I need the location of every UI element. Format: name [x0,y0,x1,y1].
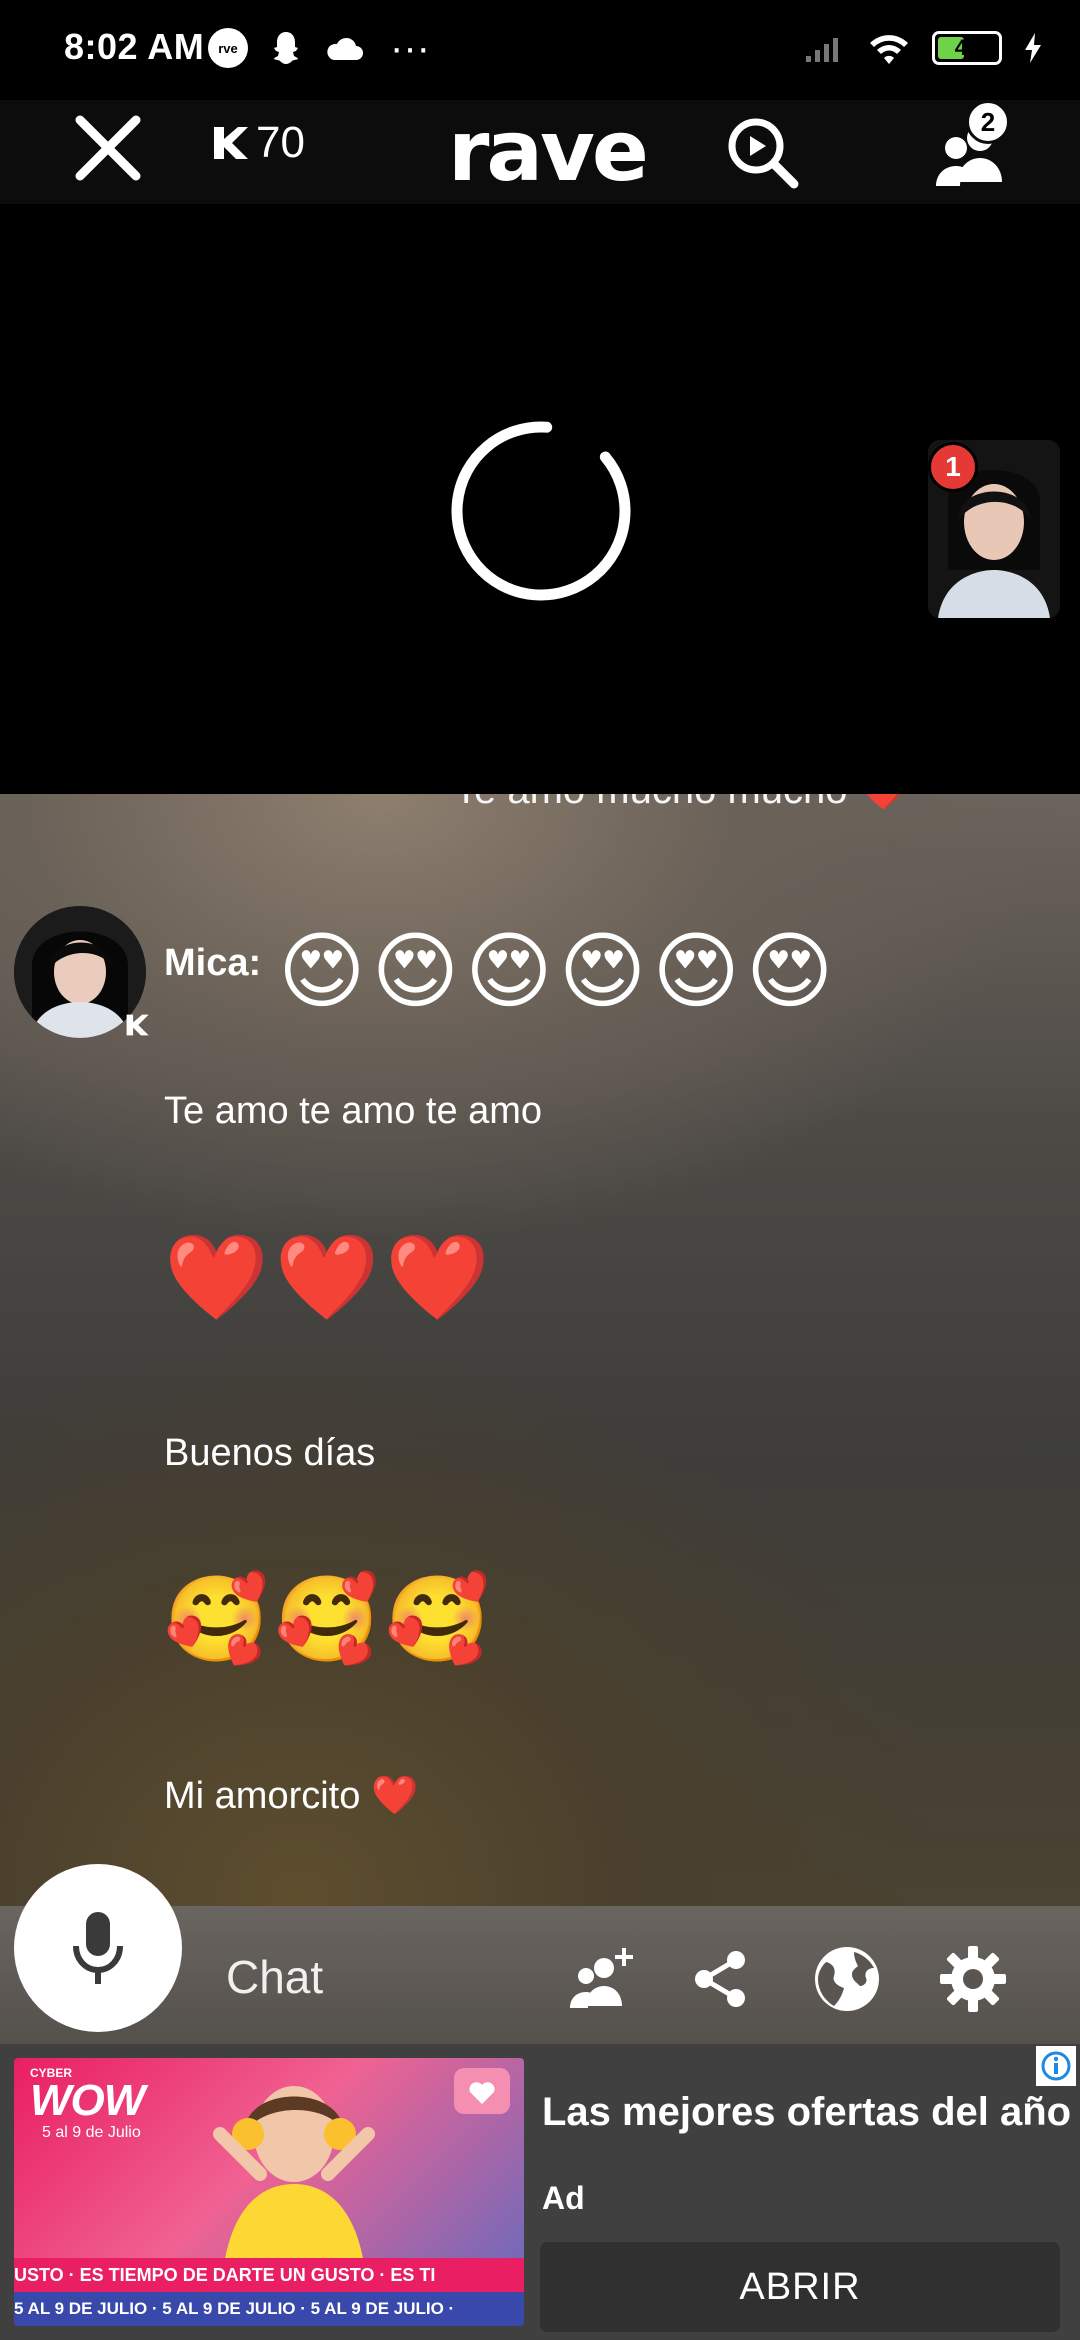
close-icon[interactable] [70,110,146,186]
charging-icon [1025,33,1041,63]
microphone-button[interactable] [14,1864,182,2032]
more-dots-icon: ··· [390,26,430,70]
ad-banner-brand: WOW [30,2076,145,2125]
add-friend-icon[interactable] [568,1944,638,2014]
chat-message: Te amo te amo te amo [164,1090,543,1132]
cloud-icon [327,37,363,60]
status-bar: 8:02 AM rve ··· 43 [0,0,1080,100]
share-icon[interactable] [686,1944,756,2014]
ad-ticker: USTO · ES TIEMPO DE DARTE UN GUSTO · ES … [14,2258,524,2292]
chat-message-partial: Te amo mucho mucho ❤️ [454,794,908,813]
chat-area: Te amo mucho mucho ❤️ Mica: 😍😍😍😍😍😍 Te am… [0,794,1080,1906]
loading-spinner [451,421,631,601]
coin-icon [214,127,248,159]
chat-message: Mi amorcito ❤️ [164,1775,419,1817]
globe-icon[interactable] [812,1944,882,2014]
emoji-message: 😍 😍 😍 😍 😍 😍 [278,924,834,1018]
ad-title[interactable]: Las mejores ofertas del año [542,2090,1071,2135]
coins-value: 70 [256,118,305,167]
coins-counter[interactable]: 70 [210,118,305,168]
ad-image[interactable]: CYBER WOW 5 al 9 de Julio USTO · ES TIEM… [14,2058,524,2326]
settings-icon[interactable] [938,1944,1008,2014]
ad-banner-dates: 5 al 9 de Julio [42,2124,141,2141]
video-player[interactable] [0,204,1080,794]
snapchat-icon [274,32,298,64]
pip-notification-badge: 1 [928,442,978,492]
rave-logo: rave [448,102,649,200]
rave-app-icon: rve [208,28,248,68]
ad-label: Ad [542,2180,585,2216]
emoji-message: ❤️ ❤️ ❤️ [164,1230,490,1324]
signal-icon [806,38,838,62]
participants-badge: 2 [966,100,1010,144]
message-sender: Mica: [164,942,262,984]
emoji-message: 🥰 🥰 🥰 [164,1572,490,1666]
status-notification-icons: rve ··· [208,28,430,68]
ad-info-icon[interactable] [1036,2046,1076,2086]
ad-model-image [213,2086,375,2264]
status-time: 8:02 AM [64,26,205,67]
video-search-icon[interactable] [724,114,800,190]
ad-banner[interactable]: CYBER WOW 5 al 9 de Julio USTO · ES TIEM… [0,2044,1080,2340]
heart-bubble-icon [454,2068,510,2114]
ad-open-button[interactable]: ABRIR [540,2242,1060,2332]
wifi-icon [870,35,908,64]
chat-bar: Chat [0,1864,1080,2044]
chat-message: Buenos días [164,1432,376,1474]
top-toolbar: 70 rave [0,100,1080,204]
status-system-icons: 43 [804,30,1044,66]
avatar[interactable] [14,906,149,1038]
rave-badge-icon [124,1012,154,1042]
ad-ticker: 5 AL 9 DE JULIO · 5 AL 9 DE JULIO · 5 AL… [14,2292,524,2326]
battery-icon: 43 [932,31,1002,65]
chat-input[interactable]: Chat [226,1950,323,2004]
microphone-icon [73,1912,123,1984]
